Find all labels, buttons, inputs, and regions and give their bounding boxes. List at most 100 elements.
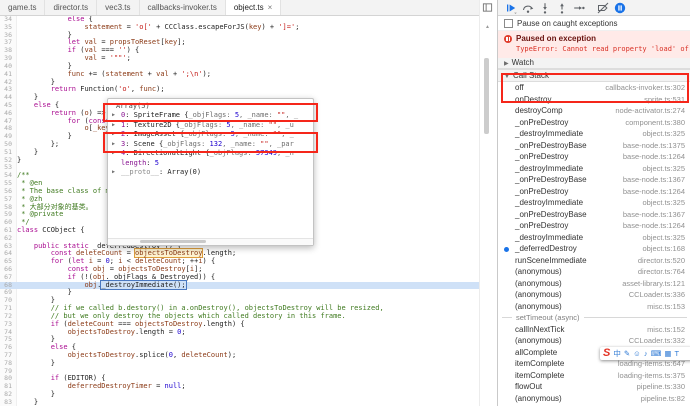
resume-icon[interactable] — [505, 2, 517, 14]
frame-location: CCLoader.ts:332 — [628, 336, 685, 346]
tab-game-ts[interactable]: game.ts — [0, 0, 46, 15]
popup-array-item[interactable]: ▶ 1: Texture2D {_objFlags: 5, _name: "", … — [108, 121, 313, 131]
editor-scrollbar-thumb[interactable] — [484, 58, 489, 134]
callstack-frame[interactable]: _destroyImmediate object.ts:325 — [498, 163, 690, 175]
code-line: 74 objectsToDestroy.length = 0; — [0, 328, 479, 337]
highlighted-token: objectsToDestroy — [134, 248, 204, 259]
expand-arrow-icon[interactable]: ▶ — [112, 130, 115, 140]
code-line: 41 func += (statement + val + ';\n'); — [0, 70, 479, 79]
frame-location: object.ts:325 — [642, 198, 685, 208]
frame-location: object.ts:325 — [642, 129, 685, 139]
frame-location: CCLoader.ts:336 — [628, 290, 685, 300]
tab-close-icon[interactable]: × — [268, 3, 273, 12]
tab-director-ts[interactable]: director.ts — [45, 0, 98, 15]
callstack-frame[interactable]: (anonymous) misc.ts:153 — [498, 301, 690, 313]
callstack-frame[interactable]: off callbacks-invoker.ts:302 — [498, 82, 690, 94]
frame-location: component.ts:380 — [625, 117, 685, 127]
watch-collapse-icon[interactable]: ▶ — [504, 61, 509, 67]
mic-icon[interactable]: ♪ — [644, 348, 648, 359]
popup-scrollbar-thumb[interactable] — [140, 240, 206, 243]
code-line: 83 } — [0, 398, 479, 406]
exception-message: TypeError: Cannot read property 'load' o… — [516, 45, 690, 53]
scroll-up-arrow-icon[interactable]: ▲ — [485, 24, 490, 30]
callstack-frame[interactable]: _onPreDestroy base-node.ts:1264 — [498, 186, 690, 198]
expand-arrow-icon[interactable]: ▶ — [112, 140, 115, 150]
watch-section-header[interactable]: ▶ Watch — [498, 58, 690, 69]
frame-location: object.ts:325 — [642, 232, 685, 242]
toolbox-icon[interactable]: T — [674, 348, 679, 359]
popup-rows: ▶ 0: SpriteFrame {_objFlags: 5, _name: ""… — [108, 111, 313, 178]
popup-array-item[interactable]: ▶ 0: SpriteFrame {_objFlags: 5, _name: ""… — [108, 111, 313, 121]
callstack-frame[interactable]: _destroyImmediate object.ts:325 — [498, 232, 690, 244]
code-text: } — [17, 358, 55, 367]
callstack-frame[interactable]: _onPreDestroyBase base-node.ts:1367 — [498, 209, 690, 221]
callstack-frame[interactable]: (anonymous) pipeline.ts:82 — [498, 393, 690, 405]
callstack-frame[interactable]: runSceneImmediate director.ts:520 — [498, 255, 690, 267]
pen-icon[interactable]: ✎ — [624, 348, 630, 359]
callstack-frame[interactable]: (anonymous) asset-library.ts:121 — [498, 278, 690, 290]
frame-function-name: _onPreDestroy — [515, 152, 569, 162]
callstack-frame[interactable]: _onPreDestroyBase base-node.ts:1375 — [498, 140, 690, 152]
callstack-frame[interactable]: (anonymous) CCLoader.ts:332 — [498, 335, 690, 347]
keyboard-icon[interactable]: ⌨ — [651, 348, 662, 359]
popup-horizontal-scrollbar[interactable] — [108, 238, 313, 245]
frame-function-name: _onPreDestroyBase — [515, 209, 587, 219]
callstack-frame[interactable]: _onPreDestroy base-node.ts:1264 — [498, 151, 690, 163]
callstack-frame[interactable]: flowOut pipeline.ts:330 — [498, 381, 690, 393]
frame-function-name: _destroyImmediate — [515, 232, 584, 242]
callstack-frame[interactable]: destroyComp node-activator.ts:274 — [498, 105, 690, 117]
frame-function-name: (anonymous) — [515, 393, 562, 403]
callstack-frame[interactable]: itemComplete loading-items.ts:375 — [498, 370, 690, 382]
callstack-frame[interactable]: _onPreDestroyBase base-node.ts:1367 — [498, 174, 690, 186]
frame-function-name: _onPreDestroy — [515, 221, 569, 231]
step-into-icon[interactable] — [539, 2, 551, 14]
callstack-section-header[interactable]: ▼ Call Stack — [498, 69, 690, 82]
callstack-collapse-icon[interactable]: ▼ — [504, 74, 510, 80]
pause-caught-exceptions-checkbox[interactable] — [504, 18, 513, 28]
frame-function-name: _destroyImmediate — [515, 198, 584, 208]
callstack-frame[interactable]: _onPreDestroy base-node.ts:1264 — [498, 220, 690, 232]
frame-function-name: _onPreDestroyBase — [515, 175, 587, 185]
popup-array-item[interactable]: ▶ __proto__: Array(0) — [108, 168, 313, 178]
current-frame-icon — [504, 246, 509, 252]
popup-array-item[interactable]: ▶ 3: Scene {_objFlags: 132, _name: "", _p… — [108, 140, 313, 150]
expand-arrow-icon[interactable]: ▶ — [112, 111, 115, 121]
callstack-frame[interactable]: (anonymous) director.ts:764 — [498, 266, 690, 278]
frame-function-name: _onPreDestroy — [515, 117, 569, 127]
sogou-logo-icon[interactable]: S — [603, 348, 610, 359]
frame-function-name: (anonymous) — [515, 278, 562, 288]
step-icon[interactable] — [573, 2, 585, 14]
pause-on-exceptions-icon[interactable] — [614, 2, 626, 14]
emoji-icon[interactable]: ☺ — [633, 348, 641, 359]
callstack-frame[interactable]: _onPreDestroy component.ts:380 — [498, 117, 690, 129]
callstack-frame[interactable]: _deferredDestroy object.ts:168 — [498, 243, 690, 255]
popup-array-item[interactable]: ▶ 4: DirectionalLight {_objFlags: 57349, … — [108, 149, 313, 159]
frame-location: sprite.ts:531 — [644, 94, 685, 104]
chinese-mode-icon[interactable]: 中 — [613, 348, 621, 359]
pause-caught-exceptions-row[interactable]: Pause on caught exceptions — [498, 16, 690, 31]
step-out-icon[interactable] — [556, 2, 568, 14]
tab-callbacks-invoker-ts[interactable]: callbacks-invoker.ts — [140, 0, 226, 15]
frame-function-name: callInNextTick — [515, 324, 565, 334]
tab-vec3-ts[interactable]: vec3.ts — [97, 0, 140, 15]
step-over-icon[interactable] — [522, 2, 534, 14]
popup-array-item[interactable]: length: 5 — [108, 159, 313, 169]
callstack-frame[interactable]: _destroyImmediate object.ts:325 — [498, 197, 690, 209]
deactivate-breakpoints-icon[interactable] — [597, 2, 609, 14]
async-separator: setTimeout (async) — [498, 312, 690, 324]
tab-object-ts[interactable]: object.ts × — [225, 0, 282, 15]
line-number[interactable]: 83 — [0, 398, 17, 406]
skin-icon[interactable]: ▦ — [664, 348, 671, 359]
callstack-frame[interactable]: _destroyImmediate object.ts:325 — [498, 128, 690, 140]
code-line: 81 deferredDestroyTimer = null; — [0, 382, 479, 391]
expand-arrow-icon[interactable]: ▶ — [112, 149, 115, 159]
callstack-frame[interactable]: (anonymous) CCLoader.ts:336 — [498, 289, 690, 301]
callstack-frame[interactable]: onDestroy sprite.ts:531 — [498, 94, 690, 106]
callstack-frame[interactable]: callInNextTick misc.ts:152 — [498, 324, 690, 336]
frame-function-name: (anonymous) — [515, 290, 562, 300]
toggle-navigator-icon[interactable] — [482, 2, 493, 13]
frame-function-name: _onPreDestroy — [515, 186, 569, 196]
expand-arrow-icon[interactable]: ▶ — [112, 168, 115, 178]
popup-array-item[interactable]: ▶ 2: ImageAsset {_objFlags: 5, _name: "",… — [108, 130, 313, 140]
expand-arrow-icon[interactable]: ▶ — [112, 121, 115, 131]
